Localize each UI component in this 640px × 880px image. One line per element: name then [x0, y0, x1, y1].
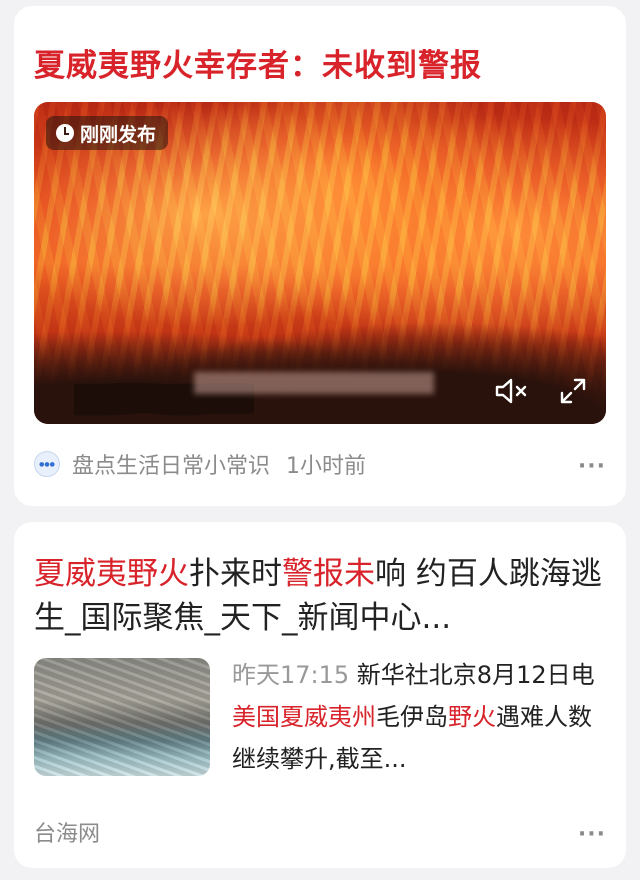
snippet-highlight: 美国夏威夷州 — [232, 703, 376, 731]
more-icon[interactable]: ··· — [578, 822, 606, 847]
title-highlight: 夏威夷野火 — [34, 556, 189, 592]
fullscreen-icon[interactable] — [558, 376, 588, 406]
publish-badge: 刚刚发布 — [46, 116, 169, 150]
snippet-text: 新华社北京8月12日电 — [349, 661, 595, 689]
article-snippet: 昨天17:15 新华社北京8月12日电 美国夏威夷州毛伊岛野火遇难人数继续攀升,… — [232, 654, 610, 780]
snippet-highlight: 野火 — [448, 703, 496, 731]
card-meta: ●●● 盘点生活日常小常识 1小时前 ··· — [34, 448, 606, 480]
more-icon[interactable]: ··· — [578, 454, 606, 479]
news-card-video[interactable]: 夏威夷野火幸存者：未收到警报 刚刚发布 ●●● 盘点生活日常小常识 1小时前 ·… — [14, 6, 626, 506]
card-title[interactable]: 夏威夷野火幸存者：未收到警报 — [34, 40, 482, 85]
news-card-article[interactable]: 夏威夷野火扑来时警报未响 约百人跳海逃生_国际聚焦_天下_新闻中心... 昨天1… — [14, 522, 626, 868]
snippet-text: 毛伊岛 — [376, 703, 448, 731]
mute-icon[interactable] — [494, 376, 530, 406]
video-player[interactable]: 刚刚发布 — [34, 102, 606, 424]
clock-icon — [56, 124, 74, 142]
title-text: 扑来时 — [189, 556, 282, 592]
publish-badge-label: 刚刚发布 — [80, 123, 157, 146]
publish-time: 1小时前 — [286, 454, 367, 479]
source-name[interactable]: 盘点生活日常小常识 — [72, 448, 270, 480]
source-logo: ●●● — [34, 451, 60, 477]
source-name[interactable]: 台海网 — [34, 822, 100, 847]
title-highlight: 警报未 — [282, 556, 375, 592]
card-meta: 台海网 ··· — [34, 816, 606, 848]
article-thumbnail[interactable] — [34, 658, 210, 776]
article-title[interactable]: 夏威夷野火扑来时警报未响 约百人跳海逃生_国际聚焦_天下_新闻中心... — [34, 552, 614, 640]
snippet-time: 昨天17:15 — [232, 661, 350, 689]
blurred-region — [194, 372, 434, 394]
